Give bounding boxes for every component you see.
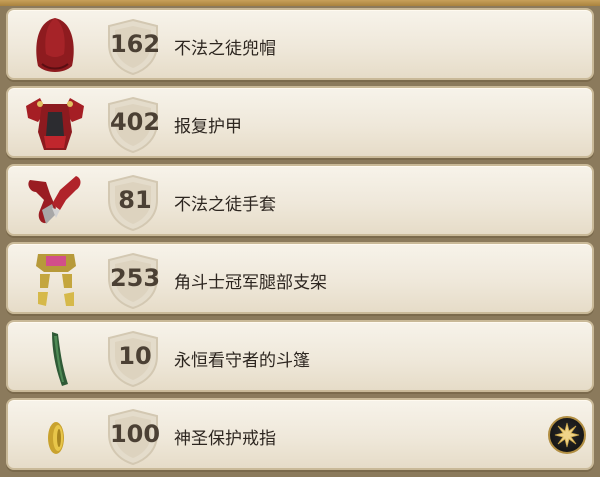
cloak-icon bbox=[16, 326, 94, 390]
leg-braces-icon bbox=[16, 248, 94, 312]
item-name: 不法之徒手套 bbox=[174, 195, 276, 215]
item-name: 不法之徒兜帽 bbox=[174, 39, 276, 59]
item-level: 253 bbox=[109, 264, 161, 292]
star-burst-icon bbox=[554, 422, 580, 448]
ring-icon bbox=[16, 404, 94, 468]
equipment-row[interactable]: 402 报复护甲 bbox=[6, 86, 594, 158]
equipment-row[interactable]: 100 神圣保护戒指 bbox=[6, 398, 594, 470]
item-name: 报复护甲 bbox=[174, 117, 242, 137]
item-name: 神圣保护戒指 bbox=[174, 429, 276, 449]
gloves-icon bbox=[16, 170, 94, 234]
equipment-row[interactable]: 162 不法之徒兜帽 bbox=[6, 8, 594, 80]
hood-icon bbox=[16, 14, 94, 78]
equipment-row[interactable]: 253 角斗士冠军腿部支架 bbox=[6, 242, 594, 314]
item-level: 402 bbox=[109, 108, 161, 136]
item-name: 角斗士冠军腿部支架 bbox=[174, 273, 327, 293]
armor-icon bbox=[16, 92, 94, 156]
item-level: 81 bbox=[118, 186, 152, 214]
item-name: 永恒看守者的斗篷 bbox=[174, 351, 310, 371]
item-level: 100 bbox=[109, 420, 161, 448]
item-level: 162 bbox=[109, 30, 161, 58]
item-level: 10 bbox=[118, 342, 152, 370]
star-burst-button[interactable] bbox=[548, 416, 586, 454]
equipment-row[interactable]: 81 不法之徒手套 bbox=[6, 164, 594, 236]
equipment-list: 162 不法之徒兜帽 402 报复护甲 81 不法之徒手套 253 角斗士冠军腿… bbox=[0, 0, 600, 477]
equipment-row[interactable]: 10 永恒看守者的斗篷 bbox=[6, 320, 594, 392]
